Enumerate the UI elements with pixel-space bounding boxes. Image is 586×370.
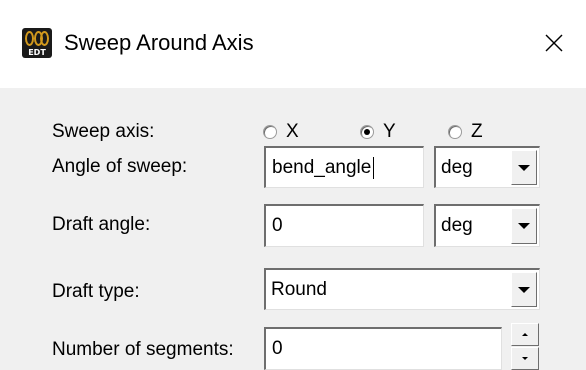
radio-y[interactable]: [360, 125, 374, 139]
angle-of-sweep-value: bend_angle: [272, 156, 372, 178]
draft-angle-label: Draft angle:: [52, 214, 151, 235]
close-button[interactable]: [528, 20, 580, 66]
title-bar: EDT Sweep Around Axis: [0, 0, 586, 88]
radio-x[interactable]: [263, 125, 277, 139]
logo-coil-left: [25, 31, 34, 46]
angle-of-sweep-unit-dropdown-button[interactable]: [511, 150, 537, 185]
draft-type-dropdown-button[interactable]: [511, 272, 537, 307]
arrow-up-icon: [522, 333, 528, 336]
angle-of-sweep-label: Angle of sweep:: [52, 156, 188, 177]
edt-logo-icon: EDT: [22, 28, 52, 58]
text-caret: [373, 156, 375, 179]
dialog-title: Sweep Around Axis: [64, 30, 254, 55]
draft-type-select[interactable]: Round: [264, 268, 540, 310]
spinner-up-button[interactable]: [511, 323, 539, 346]
close-icon: [545, 34, 563, 52]
radio-z[interactable]: [448, 125, 462, 139]
radio-label-x: X: [286, 121, 299, 142]
angle-of-sweep-unit-select[interactable]: deg: [434, 146, 540, 188]
radio-option-z[interactable]: Z: [448, 120, 483, 144]
number-of-segments-spinner: [511, 323, 539, 370]
radio-option-y[interactable]: Y: [360, 120, 396, 144]
radio-option-x[interactable]: X: [263, 120, 299, 144]
spinner-down-button[interactable]: [511, 347, 539, 370]
draft-angle-unit-dropdown-button[interactable]: [511, 208, 537, 244]
chevron-down-icon: [518, 286, 530, 293]
logo-coil-right: [40, 31, 49, 46]
angle-of-sweep-unit-value: deg: [441, 156, 473, 178]
draft-angle-input[interactable]: 0: [264, 204, 424, 247]
number-of-segments-label: Number of segments:: [52, 339, 234, 360]
sweep-around-axis-dialog: EDT Sweep Around Axis Sweep axis: X Y Z …: [0, 0, 586, 370]
logo-text: EDT: [28, 48, 46, 57]
draft-angle-value: 0: [272, 215, 283, 236]
chevron-down-icon: [518, 223, 530, 229]
radio-label-z: Z: [471, 121, 483, 142]
sweep-axis-label: Sweep axis:: [52, 121, 155, 142]
draft-type-label: Draft type:: [52, 281, 140, 302]
number-of-segments-value: 0: [272, 338, 283, 359]
chevron-down-icon: [518, 164, 530, 171]
radio-label-y: Y: [383, 121, 396, 142]
draft-angle-unit-select[interactable]: deg: [434, 204, 540, 247]
draft-type-value: Round: [271, 278, 327, 300]
arrow-down-icon: [522, 357, 528, 360]
angle-of-sweep-input[interactable]: bend_angle: [264, 146, 424, 188]
number-of-segments-input[interactable]: 0: [264, 327, 502, 370]
draft-angle-unit-value: deg: [441, 215, 473, 236]
